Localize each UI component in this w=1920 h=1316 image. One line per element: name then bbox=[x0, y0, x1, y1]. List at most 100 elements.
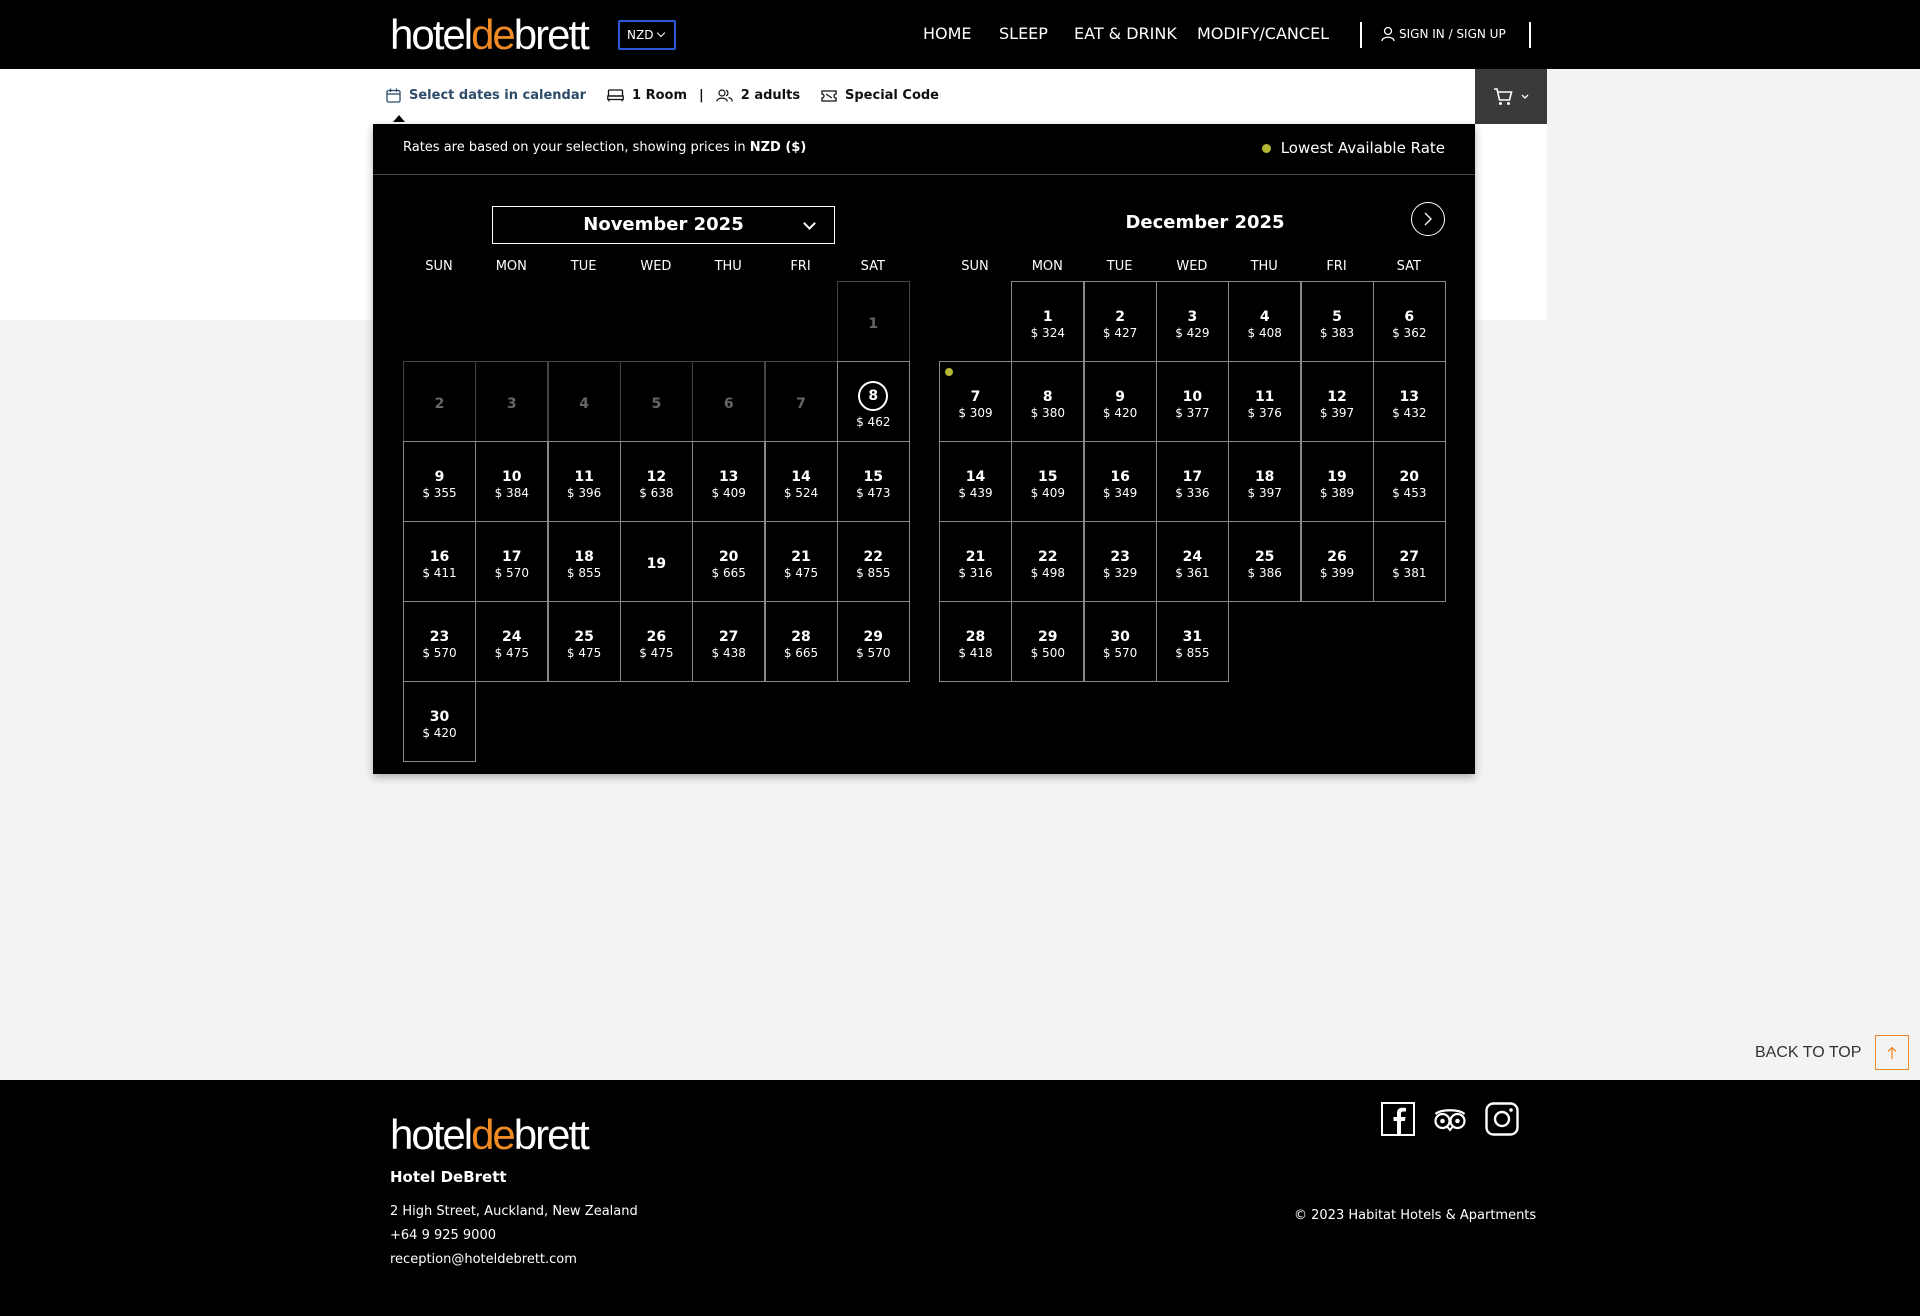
day-price: $ 439 bbox=[958, 486, 993, 500]
day-price: $ 475 bbox=[494, 646, 529, 660]
calendar-day[interactable]: 28 $ 418 bbox=[939, 601, 1012, 682]
calendar-day[interactable]: 24 $ 475 bbox=[475, 601, 549, 682]
calendar-day[interactable]: 21 $ 475 bbox=[764, 521, 838, 602]
nav-sleep[interactable]: SLEEP bbox=[999, 24, 1048, 43]
calendar-day[interactable]: 19 bbox=[619, 521, 693, 602]
calendar-day[interactable]: 11 $ 376 bbox=[1228, 361, 1302, 442]
chevron-down-icon bbox=[803, 217, 816, 230]
calendar-day[interactable]: 26 $ 475 bbox=[619, 601, 693, 682]
calendar-day[interactable]: 13 $ 432 bbox=[1372, 361, 1446, 442]
footer-hotel-name: Hotel DeBrett bbox=[390, 1168, 507, 1186]
calendar-day[interactable]: 8 $ 462 bbox=[836, 361, 910, 442]
calendar-day[interactable]: 13 $ 409 bbox=[692, 441, 766, 522]
calendar-day[interactable]: 14 $ 524 bbox=[764, 441, 838, 522]
nav-home[interactable]: HOME bbox=[923, 24, 972, 43]
calendar-day[interactable]: 8 $ 380 bbox=[1011, 361, 1085, 442]
calendar-day[interactable]: 16 $ 411 bbox=[403, 521, 476, 602]
calendar-day[interactable]: 29 $ 500 bbox=[1011, 601, 1085, 682]
next-month-button[interactable] bbox=[1411, 202, 1445, 236]
day-price: $ 409 bbox=[1030, 486, 1065, 500]
calendar-day[interactable]: 31 $ 855 bbox=[1155, 601, 1229, 682]
day-number: 13 bbox=[1399, 389, 1420, 405]
calendar-day[interactable]: 18 $ 397 bbox=[1228, 441, 1302, 522]
calendar-day[interactable]: 30 $ 420 bbox=[403, 681, 476, 762]
dropdown-pointer bbox=[393, 115, 405, 122]
calendar-day[interactable]: 1 $ 324 bbox=[1011, 281, 1085, 362]
calendar-day[interactable]: 9 $ 420 bbox=[1083, 361, 1157, 442]
day-price: $ 638 bbox=[639, 486, 674, 500]
day-number: 22 bbox=[1038, 549, 1058, 565]
calendar-day[interactable]: 12 $ 638 bbox=[619, 441, 693, 522]
day-price: $ 316 bbox=[958, 566, 993, 580]
footer-logo[interactable]: hoteldebrett bbox=[390, 1114, 590, 1156]
calendar-day[interactable]: 26 $ 399 bbox=[1300, 521, 1374, 602]
day-number: 3 bbox=[1187, 309, 1198, 325]
calendar-day[interactable]: 23 $ 329 bbox=[1083, 521, 1157, 602]
calendar-day[interactable]: 15 $ 473 bbox=[836, 441, 910, 522]
day-number: 29 bbox=[1038, 629, 1058, 645]
calendar-day[interactable]: 6 $ 362 bbox=[1372, 281, 1446, 362]
facebook-icon[interactable] bbox=[1381, 1102, 1415, 1136]
calendar-day[interactable]: 28 $ 665 bbox=[764, 601, 838, 682]
calendar-day[interactable]: 19 $ 389 bbox=[1300, 441, 1374, 522]
select-dates-label: Select dates in calendar bbox=[409, 88, 587, 103]
instagram-icon[interactable] bbox=[1485, 1102, 1519, 1136]
calendar-day[interactable]: 17 $ 570 bbox=[475, 521, 549, 602]
calendar-day[interactable]: 16 $ 349 bbox=[1083, 441, 1157, 522]
calendar-day[interactable]: 18 $ 855 bbox=[547, 521, 621, 602]
back-to-top-button[interactable] bbox=[1875, 1035, 1909, 1070]
calendar-day[interactable]: 7 $ 309 bbox=[939, 361, 1012, 442]
calendar-day[interactable]: 15 $ 409 bbox=[1011, 441, 1085, 522]
calendar-day[interactable]: 21 $ 316 bbox=[939, 521, 1012, 602]
calendar-day[interactable]: 4 $ 408 bbox=[1228, 281, 1302, 362]
currency-selector[interactable]: NZD bbox=[618, 20, 676, 50]
calendar-day[interactable]: 25 $ 475 bbox=[547, 601, 621, 682]
hotel-logo[interactable]: hoteldebrett bbox=[390, 14, 590, 56]
guests-icon bbox=[715, 89, 733, 102]
calendar-day[interactable]: 27 $ 381 bbox=[1372, 521, 1446, 602]
day-number: 30 bbox=[1110, 629, 1130, 645]
calendar-day[interactable]: 2 $ 427 bbox=[1083, 281, 1157, 362]
back-to-top-link[interactable]: BACK TO TOP bbox=[1755, 1044, 1861, 1062]
calendar-day[interactable]: 27 $ 438 bbox=[692, 601, 766, 682]
calendar-day[interactable]: 10 $ 384 bbox=[475, 441, 549, 522]
calendar-day[interactable]: 17 $ 336 bbox=[1155, 441, 1229, 522]
footer-phone[interactable]: +64 9 925 9000 bbox=[390, 1228, 496, 1243]
rooms-guests-button[interactable]: 1 Room | 2 adults bbox=[607, 88, 800, 103]
calendar-day[interactable]: 23 $ 570 bbox=[403, 601, 476, 682]
calendar-day[interactable]: 14 $ 439 bbox=[939, 441, 1012, 522]
calendar-day[interactable]: 24 $ 361 bbox=[1155, 521, 1229, 602]
calendar-day[interactable]: 3 $ 429 bbox=[1155, 281, 1229, 362]
month-dropdown[interactable]: November 2025 bbox=[492, 206, 835, 244]
special-code-button[interactable]: Special Code bbox=[821, 88, 939, 103]
special-code-label: Special Code bbox=[845, 88, 939, 103]
calendar-day[interactable]: 5 $ 383 bbox=[1300, 281, 1374, 362]
calendar-day[interactable]: 11 $ 396 bbox=[547, 441, 621, 522]
calendar-day[interactable]: 29 $ 570 bbox=[836, 601, 910, 682]
calendar-day[interactable]: 12 $ 397 bbox=[1300, 361, 1374, 442]
nav-eat-drink[interactable]: EAT & DRINK bbox=[1074, 24, 1177, 43]
calendar-day: 7 bbox=[764, 361, 838, 442]
select-dates-button[interactable]: Select dates in calendar bbox=[386, 88, 586, 103]
day-number: 11 bbox=[574, 469, 594, 485]
calendar-day[interactable]: 30 $ 570 bbox=[1083, 601, 1157, 682]
cart-button[interactable] bbox=[1475, 69, 1547, 124]
calendar-day[interactable]: 9 $ 355 bbox=[403, 441, 476, 522]
weekday-label: THU bbox=[1250, 259, 1278, 274]
tripadvisor-icon[interactable] bbox=[1433, 1102, 1467, 1136]
calendar-day[interactable]: 20 $ 665 bbox=[692, 521, 766, 602]
calendar-day[interactable]: 22 $ 498 bbox=[1011, 521, 1085, 602]
nav-modify-cancel[interactable]: MODIFY/CANCEL bbox=[1197, 24, 1329, 43]
footer-email[interactable]: reception@hoteldebrett.com bbox=[390, 1252, 577, 1267]
day-number: 4 bbox=[579, 396, 589, 412]
sign-in-link[interactable]: SIGN IN / SIGN UP bbox=[1381, 26, 1506, 42]
cart-icon bbox=[1494, 87, 1513, 105]
day-number: 12 bbox=[1327, 389, 1347, 405]
calendar-day[interactable]: 20 $ 453 bbox=[1372, 441, 1446, 522]
calendar-day[interactable]: 10 $ 377 bbox=[1155, 361, 1229, 442]
calendar-day[interactable]: 22 $ 855 bbox=[836, 521, 910, 602]
calendar-day[interactable]: 25 $ 386 bbox=[1228, 521, 1302, 602]
day-number: 30 bbox=[429, 709, 450, 725]
calendar-day: 6 bbox=[692, 361, 766, 442]
day-price: $ 665 bbox=[783, 646, 819, 660]
